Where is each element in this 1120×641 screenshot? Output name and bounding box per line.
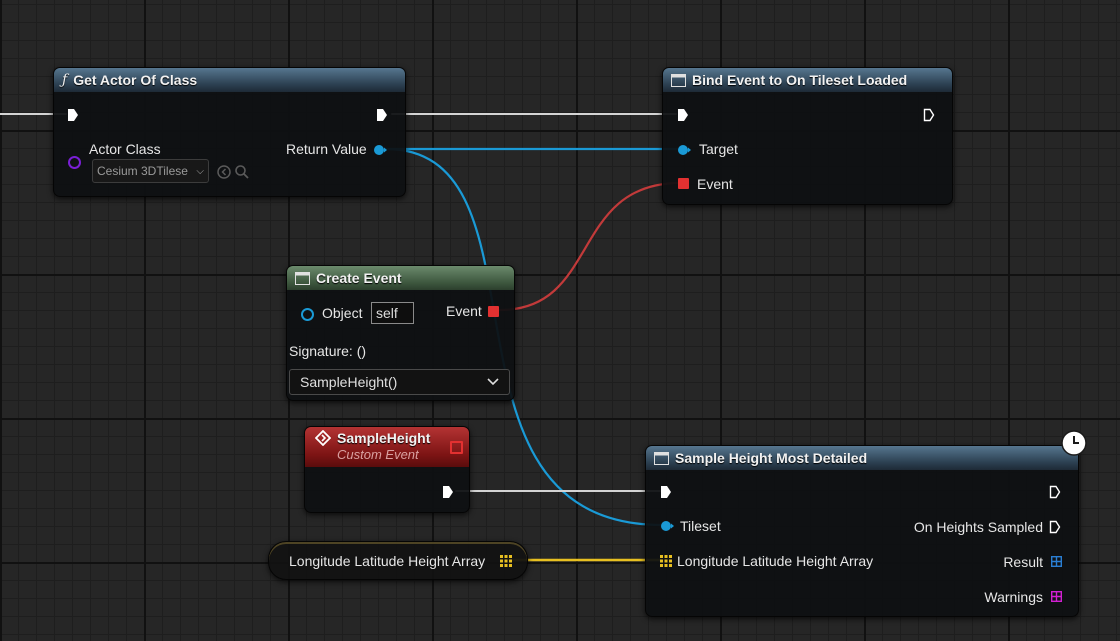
target-pin[interactable]	[677, 144, 691, 156]
return-value-pin[interactable]	[373, 144, 387, 156]
node-title: Sample Height Most Detailed	[675, 450, 868, 466]
event-pin[interactable]	[678, 178, 689, 189]
node-header[interactable]: Create Event	[287, 266, 514, 290]
event-output-pin[interactable]	[488, 306, 499, 317]
node-header[interactable]: Sample Height Most Detailed	[646, 446, 1078, 470]
array-input-pin[interactable]	[660, 555, 672, 567]
chevron-down-icon	[487, 378, 499, 386]
return-value-label: Return Value	[286, 141, 367, 157]
exec-in-pin[interactable]	[67, 108, 79, 122]
on-heights-sampled-pin[interactable]	[1049, 520, 1061, 534]
exec-in-pin[interactable]	[660, 485, 672, 499]
exec-in-pin[interactable]	[677, 108, 689, 122]
result-pin[interactable]	[1051, 556, 1062, 567]
target-label: Target	[699, 141, 738, 157]
node-title: Bind Event to On Tileset Loaded	[692, 72, 908, 88]
object-value-input[interactable]: self	[371, 302, 414, 324]
object-value: self	[376, 305, 398, 321]
node-header[interactable]: SampleHeight Custom Event	[305, 427, 469, 467]
event-label: Event	[697, 176, 733, 192]
warnings-label: Warnings	[984, 589, 1043, 605]
exec-out-pin[interactable]	[1049, 485, 1061, 499]
search-icon[interactable]	[234, 164, 250, 180]
tileset-pin[interactable]	[660, 520, 674, 532]
node-title: SampleHeight	[337, 430, 431, 446]
bind-event-node[interactable]: Bind Event to On Tileset Loaded Target E…	[662, 67, 953, 205]
node-title: Create Event	[316, 270, 402, 286]
function-box-icon	[671, 73, 686, 87]
tileset-label: Tileset	[680, 518, 721, 534]
node-header[interactable]: Bind Event to On Tileset Loaded	[663, 68, 952, 92]
function-box-icon	[295, 271, 310, 285]
exec-out-pin[interactable]	[442, 485, 454, 499]
create-event-node[interactable]: Create Event Object self Event Signature…	[286, 265, 515, 401]
array-variable-node[interactable]: Longitude Latitude Height Array	[268, 541, 528, 580]
on-heights-sampled-label: On Heights Sampled	[913, 519, 1043, 535]
exec-out-pin[interactable]	[923, 108, 935, 122]
function-dropdown[interactable]: SampleHeight()	[289, 369, 510, 395]
actor-class-label: Actor Class	[89, 141, 161, 157]
object-pin[interactable]	[301, 308, 314, 321]
browse-arrow-icon[interactable]	[216, 164, 232, 180]
latent-clock-icon	[1061, 430, 1087, 456]
warnings-pin[interactable]	[1051, 591, 1062, 602]
exec-out-pin[interactable]	[376, 108, 388, 122]
array-input-label: Longitude Latitude Height Array	[677, 553, 874, 569]
custom-event-node[interactable]: SampleHeight Custom Event	[304, 426, 470, 513]
get-actor-of-class-node[interactable]: ƒ Get Actor Of Class Actor Class Cesium …	[53, 67, 406, 197]
class-pin[interactable]	[68, 156, 81, 169]
node-title: Get Actor Of Class	[73, 72, 198, 88]
event-diamond-icon	[315, 430, 331, 446]
actor-class-value: Cesium 3DTilese	[97, 164, 188, 178]
array-grid-icon[interactable]	[500, 555, 512, 567]
event-output-label: Event	[446, 303, 482, 319]
function-value: SampleHeight()	[300, 374, 398, 390]
node-header[interactable]: ƒ Get Actor Of Class	[54, 68, 405, 92]
signature-label: Signature: ()	[289, 343, 367, 359]
actor-class-dropdown[interactable]: Cesium 3DTilese ⌵	[92, 159, 209, 183]
result-label: Result	[1003, 554, 1043, 570]
object-label: Object	[322, 305, 363, 321]
function-box-icon	[654, 451, 669, 465]
function-icon: ƒ	[62, 72, 68, 88]
sample-height-node[interactable]: Sample Height Most Detailed Tileset Long…	[645, 445, 1079, 617]
chevron-down-icon: ⌵	[196, 165, 204, 177]
delegate-pin[interactable]	[450, 441, 463, 454]
delegate-wire-event	[498, 181, 682, 312]
variable-label: Longitude Latitude Height Array	[289, 553, 486, 569]
